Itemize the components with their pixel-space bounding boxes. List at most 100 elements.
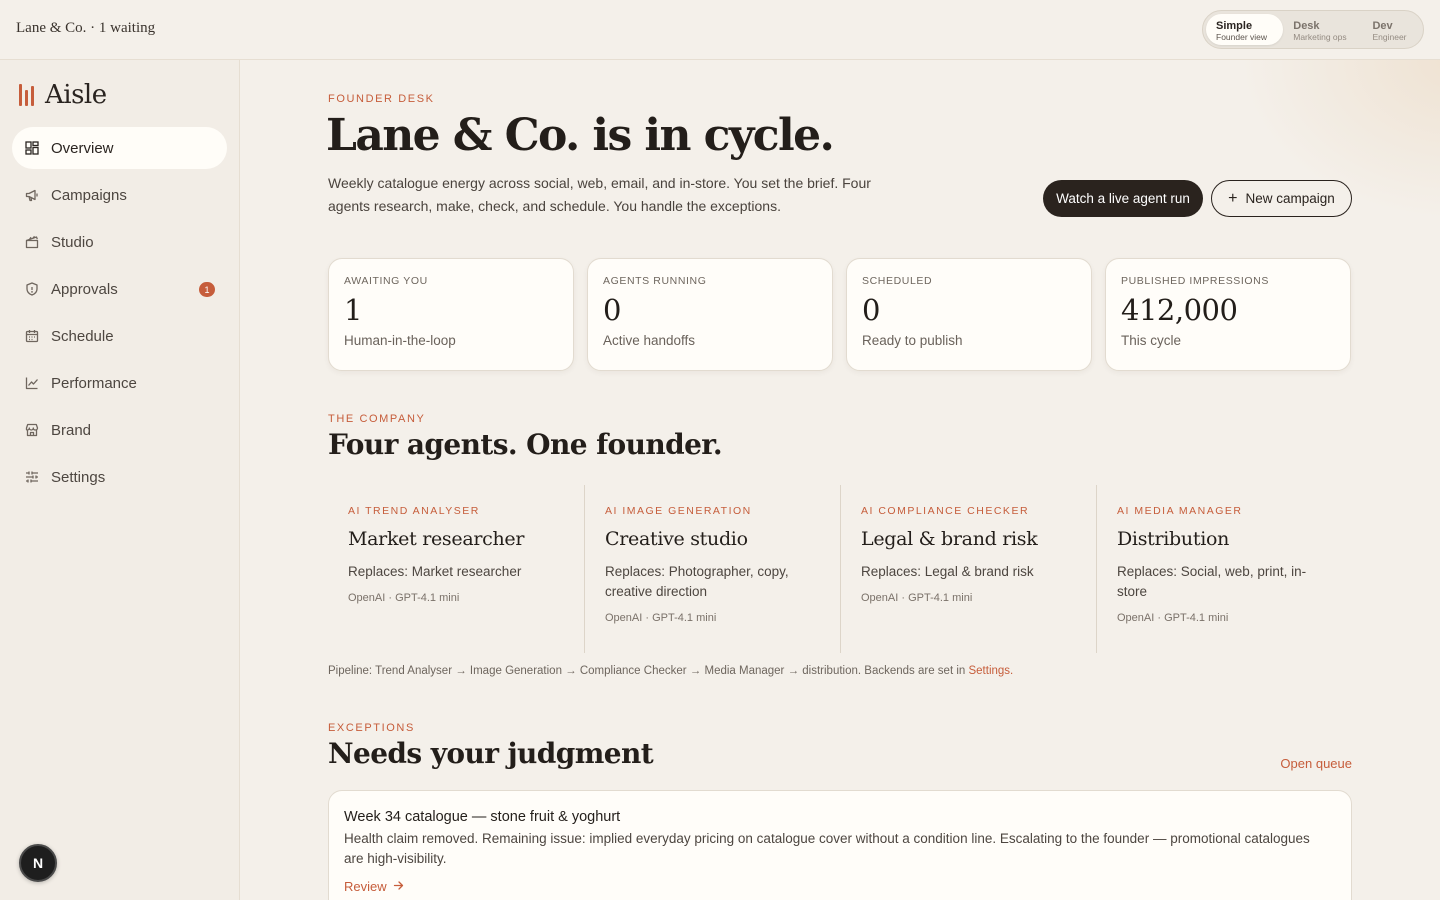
new-campaign-button[interactable]: + New campaign	[1211, 180, 1352, 217]
review-link[interactable]: Review	[344, 879, 404, 894]
sidebar-item-approvals[interactable]: Approvals 1	[12, 268, 227, 310]
calendar-icon	[25, 329, 39, 343]
mode-title: Simple	[1216, 19, 1253, 32]
sidebar-item-settings[interactable]: Settings	[12, 456, 227, 498]
mode-dev[interactable]: Dev Engineer	[1362, 14, 1420, 45]
exceptions-eyebrow: EXCEPTIONS	[328, 722, 415, 734]
pipeline-end: .	[1010, 665, 1014, 677]
mode-title: Desk	[1293, 19, 1320, 32]
exception-title: Week 34 catalogue — stone fruit & yoghur…	[344, 809, 621, 825]
stat-card-agents-running[interactable]: AGENTS RUNNING 0 Active handoffs	[587, 258, 833, 371]
stat-card-scheduled[interactable]: SCHEDULED 0 Ready to publish	[846, 258, 1092, 371]
agent-name: Distribution	[1117, 528, 1230, 550]
mode-title: Dev	[1372, 19, 1393, 32]
agent-role: AI MEDIA MANAGER	[1117, 505, 1243, 517]
stat-label: AWAITING YOU	[344, 275, 428, 287]
agent-role: AI COMPLIANCE CHECKER	[861, 505, 1030, 517]
page-title: Lane & Co. is in cycle.	[326, 110, 835, 161]
sliders-icon	[25, 470, 39, 484]
agent-card[interactable]: AI TREND ANALYSER Market researcher Repl…	[328, 485, 584, 653]
sidebar-item-label: Overview	[51, 139, 114, 157]
stat-value: 0	[603, 293, 621, 327]
view-mode-switch: Simple Founder view Desk Marketing ops D…	[1202, 10, 1424, 49]
sidebar-item-campaigns[interactable]: Campaigns	[12, 174, 227, 216]
settings-link[interactable]: Settings	[968, 665, 1010, 677]
agent-name: Market researcher	[348, 528, 525, 550]
sidebar-item-label: Schedule	[51, 327, 114, 345]
sidebar-item-studio[interactable]: Studio	[12, 221, 227, 263]
pipeline-note: Pipeline: Trend Analyser → Image Generat…	[328, 665, 1013, 677]
stat-value: 0	[862, 293, 880, 327]
sidebar-item-label: Campaigns	[51, 186, 127, 204]
mode-simple[interactable]: Simple Founder view	[1206, 14, 1284, 45]
sidebar-item-schedule[interactable]: Schedule	[12, 315, 227, 357]
mode-subtitle: Founder view	[1216, 31, 1268, 42]
agent-role: AI IMAGE GENERATION	[605, 505, 752, 517]
app-logo[interactable]: Aisle	[19, 80, 107, 110]
stat-label: AGENTS RUNNING	[603, 275, 707, 287]
agent-card[interactable]: AI MEDIA MANAGER Distribution Replaces: …	[1096, 485, 1352, 653]
company-eyebrow: THE COMPANY	[328, 413, 426, 425]
logo-bars-icon	[19, 84, 36, 106]
agent-card[interactable]: AI IMAGE GENERATION Creative studio Repl…	[584, 485, 840, 653]
exception-card: Week 34 catalogue — stone fruit & yoghur…	[328, 790, 1352, 900]
stat-sub: Human-in-the-loop	[344, 333, 456, 348]
agent-model: OpenAI · GPT-4.1 mini	[861, 592, 973, 604]
app-name: Aisle	[45, 80, 107, 110]
new-campaign-label: New campaign	[1245, 191, 1335, 206]
grid-icon	[25, 141, 39, 155]
clapperboard-icon	[25, 235, 39, 249]
arrow-right-icon	[393, 879, 404, 894]
hero-eyebrow: FOUNDER DESK	[328, 93, 435, 105]
stat-value: 412,000	[1121, 293, 1238, 327]
stat-value: 1	[344, 293, 362, 327]
workspace-status: Lane & Co. · 1 waiting	[16, 20, 156, 36]
agent-name: Creative studio	[605, 528, 748, 550]
agents-grid: AI TREND ANALYSER Market researcher Repl…	[328, 485, 1352, 653]
stat-label: SCHEDULED	[862, 275, 933, 287]
stat-sub: Ready to publish	[862, 333, 963, 348]
sidebar-item-overview[interactable]: Overview	[12, 127, 227, 169]
sidebar-item-label: Settings	[51, 468, 106, 486]
agent-replaces: Replaces: Legal & brand risk	[861, 564, 1034, 579]
agent-role: AI TREND ANALYSER	[348, 505, 480, 517]
stats-row: AWAITING YOU 1 Human-in-the-loop AGENTS …	[328, 258, 1352, 371]
sidebar-item-brand[interactable]: Brand	[12, 409, 227, 451]
approvals-count-badge: 1	[199, 282, 215, 297]
sidebar-nav: Overview Campaigns Studio Approvals 1 Sc…	[12, 127, 227, 503]
stat-card-impressions[interactable]: PUBLISHED IMPRESSIONS 412,000 This cycle	[1105, 258, 1351, 371]
store-icon	[25, 423, 39, 437]
agent-name: Legal & brand risk	[861, 528, 1038, 550]
top-bar: Lane & Co. · 1 waiting Simple Founder vi…	[0, 0, 1440, 60]
company-title: Four agents. One founder.	[328, 428, 723, 461]
user-avatar[interactable]: N	[19, 844, 57, 882]
sidebar-item-label: Performance	[51, 374, 137, 392]
hero-description: Weekly catalogue energy across social, w…	[328, 175, 871, 214]
megaphone-icon	[25, 188, 39, 202]
sidebar: Aisle Overview Campaigns Studio Approval…	[0, 60, 240, 900]
mode-desk[interactable]: Desk Marketing ops	[1283, 14, 1362, 45]
agent-model: OpenAI · GPT-4.1 mini	[348, 592, 460, 604]
stat-sub: Active handoffs	[603, 333, 696, 348]
sidebar-item-label: Brand	[51, 421, 92, 439]
open-queue-link[interactable]: Open queue	[1280, 756, 1352, 771]
agent-model: OpenAI · GPT-4.1 mini	[605, 612, 717, 624]
sidebar-item-label: Studio	[51, 233, 94, 251]
pipeline-text: Pipeline: Trend Analyser → Image Generat…	[328, 665, 969, 677]
sidebar-item-label: Approvals	[51, 280, 118, 298]
review-label: Review	[344, 879, 387, 894]
stat-card-awaiting[interactable]: AWAITING YOU 1 Human-in-the-loop	[328, 258, 574, 371]
agent-card[interactable]: AI COMPLIANCE CHECKER Legal & brand risk…	[840, 485, 1096, 653]
exceptions-title: Needs your judgment	[328, 737, 654, 770]
watch-live-agent-run-button[interactable]: Watch a live agent run	[1043, 180, 1203, 217]
exception-description: Health claim removed. Remaining issue: i…	[344, 831, 1310, 866]
stat-sub: This cycle	[1121, 333, 1182, 348]
stat-label: PUBLISHED IMPRESSIONS	[1121, 275, 1269, 287]
plus-icon: +	[1228, 189, 1238, 207]
line-chart-icon	[25, 376, 39, 390]
agent-model: OpenAI · GPT-4.1 mini	[1117, 612, 1229, 624]
agent-replaces: Replaces: Social, web, print, in-store	[1117, 564, 1307, 599]
main-content: FOUNDER DESK Lane & Co. is in cycle. Wee…	[240, 60, 1440, 900]
sidebar-item-performance[interactable]: Performance	[12, 362, 227, 404]
shield-icon	[25, 282, 39, 296]
